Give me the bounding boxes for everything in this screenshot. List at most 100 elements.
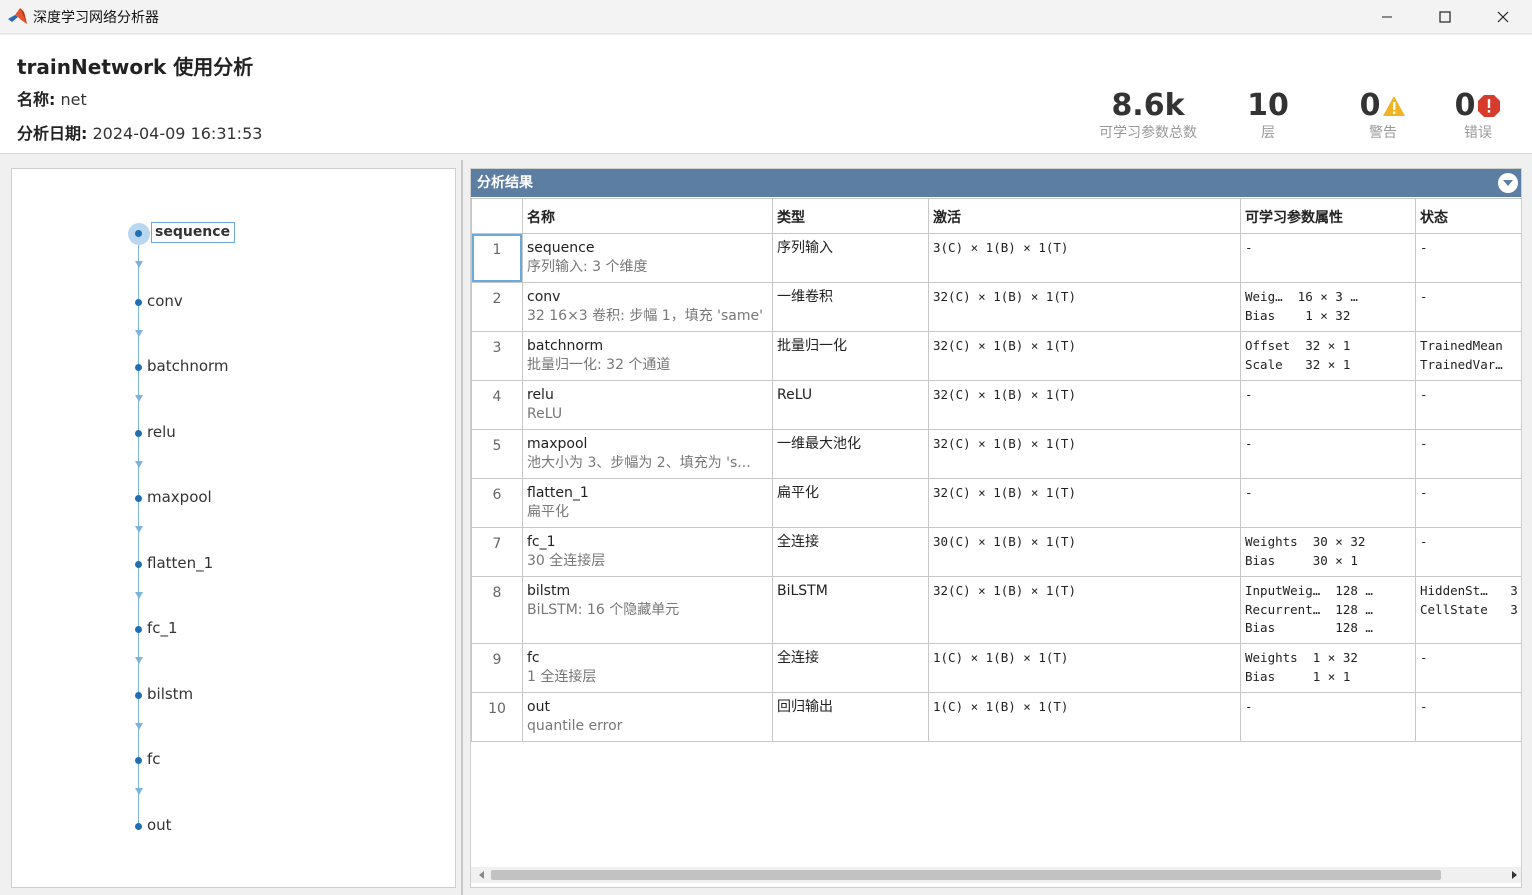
- layer-type[interactable]: 扁平化: [772, 478, 929, 528]
- learnables-cell[interactable]: InputWeig… 128 … Recurrent… 128 … Bias 128…: [1240, 576, 1416, 644]
- activation-cell[interactable]: 32(C) × 1(B) × 1(T): [928, 429, 1241, 479]
- state-cell[interactable]: -: [1415, 478, 1521, 528]
- learnables-cell[interactable]: Offset 32 × 1 Scale 32 × 1: [1240, 331, 1416, 381]
- layer-name-cell[interactable]: conv 32 16×3 卷积: 步幅 1，填充 'same': [522, 282, 773, 332]
- activation-cell[interactable]: 32(C) × 1(B) × 1(T): [928, 282, 1241, 332]
- learnables-cell[interactable]: Weights 1 × 32 Bias 1 × 1: [1240, 643, 1416, 693]
- collapse-button[interactable]: [1498, 173, 1518, 193]
- node-dot-icon: [135, 626, 142, 633]
- layer-type[interactable]: 批量归一化: [772, 331, 929, 381]
- row-index[interactable]: 2: [471, 282, 523, 332]
- layer-name: fc: [527, 650, 540, 666]
- row-index[interactable]: 8: [471, 576, 523, 644]
- layer-type[interactable]: 全连接: [772, 527, 929, 577]
- row-index[interactable]: 1: [471, 233, 523, 283]
- table-row[interactable]: 2 conv 32 16×3 卷积: 步幅 1，填充 'same' 一维卷积 32(C)…: [471, 282, 1521, 332]
- state-cell[interactable]: -: [1415, 380, 1521, 430]
- column-header-learnables[interactable]: 可学习参数属性: [1240, 198, 1416, 234]
- state-cell[interactable]: HiddenSt… 3 CellState 3: [1415, 576, 1521, 644]
- row-index[interactable]: 3: [471, 331, 523, 381]
- layer-type[interactable]: 回归输出: [772, 692, 929, 742]
- table-row[interactable]: 5 maxpool 池大小为 3、步幅为 2、填充为 's... 一维最大池化 32(C…: [471, 429, 1521, 479]
- errors-stat[interactable]: 0 错误: [1438, 88, 1518, 142]
- layer-type[interactable]: 全连接: [772, 643, 929, 693]
- state-cell[interactable]: TrainedMean TrainedVar…: [1415, 331, 1521, 381]
- state-cell[interactable]: -: [1415, 692, 1521, 742]
- layer-type[interactable]: ReLU: [772, 380, 929, 430]
- warnings-stat[interactable]: 0 警告: [1343, 88, 1423, 142]
- layer-name-cell[interactable]: out quantile error: [522, 692, 773, 742]
- learnables-cell[interactable]: -: [1240, 478, 1416, 528]
- row-index[interactable]: 4: [471, 380, 523, 430]
- learnables-cell[interactable]: -: [1240, 380, 1416, 430]
- layer-type[interactable]: 一维卷积: [772, 282, 929, 332]
- layer-name-cell[interactable]: relu ReLU: [522, 380, 773, 430]
- layer-name-cell[interactable]: maxpool 池大小为 3、步幅为 2、填充为 's...: [522, 429, 773, 479]
- row-index[interactable]: 6: [471, 478, 523, 528]
- scroll-right-icon[interactable]: [1512, 871, 1517, 879]
- table-row[interactable]: 1 sequence 序列输入: 3 个维度 序列输入 3(C) × 1(B) × 1(…: [471, 233, 1521, 283]
- layer-type[interactable]: BiLSTM: [772, 576, 929, 644]
- state-property: -: [1420, 387, 1428, 402]
- layer-type-label: 全连接: [777, 650, 819, 666]
- activation-cell[interactable]: 3(C) × 1(B) × 1(T): [928, 233, 1241, 283]
- learnables-cell[interactable]: Weig… 16 × 3 … Bias 1 × 32: [1240, 282, 1416, 332]
- state-cell[interactable]: -: [1415, 282, 1521, 332]
- activation-cell[interactable]: 32(C) × 1(B) × 1(T): [928, 576, 1241, 644]
- activation-size: 32(C) × 1(B) × 1(T): [933, 338, 1076, 353]
- state-cell[interactable]: -: [1415, 233, 1521, 283]
- minimize-button[interactable]: [1358, 0, 1416, 34]
- layers-label: 层: [1261, 125, 1275, 141]
- layer-type[interactable]: 一维最大池化: [772, 429, 929, 479]
- name-label: 名称:: [17, 90, 56, 109]
- activation-cell[interactable]: 32(C) × 1(B) × 1(T): [928, 478, 1241, 528]
- layer-name-cell[interactable]: flatten_1 扁平化: [522, 478, 773, 528]
- horizontal-scrollbar[interactable]: [471, 867, 1521, 883]
- column-header-name[interactable]: 名称: [522, 198, 773, 234]
- activation-size: 32(C) × 1(B) × 1(T): [933, 387, 1076, 402]
- column-header-activation[interactable]: 激活: [928, 198, 1241, 234]
- column-header-state[interactable]: 状态: [1415, 198, 1521, 234]
- layer-name-cell[interactable]: batchnorm 批量归一化: 32 个通道: [522, 331, 773, 381]
- activation-cell[interactable]: 1(C) × 1(B) × 1(T): [928, 643, 1241, 693]
- activation-cell[interactable]: 1(C) × 1(B) × 1(T): [928, 692, 1241, 742]
- table-row[interactable]: 6 flatten_1 扁平化 扁平化 32(C) × 1(B) × 1(T) - -: [471, 478, 1521, 528]
- table-row[interactable]: 7 fc_1 30 全连接层 全连接 30(C) × 1(B) × 1(T) Weight…: [471, 527, 1521, 577]
- table-row[interactable]: 10 out quantile error 回归输出 1(C) × 1(B) × 1(T…: [471, 692, 1521, 742]
- learnables-cell[interactable]: -: [1240, 692, 1416, 742]
- layer-name-cell[interactable]: sequence 序列输入: 3 个维度: [522, 233, 773, 283]
- table-row[interactable]: 8 bilstm BiLSTM: 16 个隐藏单元 BiLSTM 32(C) × 1(B…: [471, 576, 1521, 644]
- state-cell[interactable]: -: [1415, 429, 1521, 479]
- column-header-index[interactable]: [471, 198, 523, 234]
- activation-cell[interactable]: 32(C) × 1(B) × 1(T): [928, 380, 1241, 430]
- row-index[interactable]: 9: [471, 643, 523, 693]
- node-dot-icon: [135, 757, 142, 764]
- activation-cell[interactable]: 32(C) × 1(B) × 1(T): [928, 331, 1241, 381]
- row-index[interactable]: 5: [471, 429, 523, 479]
- state-cell[interactable]: -: [1415, 527, 1521, 577]
- activation-cell[interactable]: 30(C) × 1(B) × 1(T): [928, 527, 1241, 577]
- table-row[interactable]: 9 fc 1 全连接层 全连接 1(C) × 1(B) × 1(T) Weights 1 …: [471, 643, 1521, 693]
- layer-name-cell[interactable]: bilstm BiLSTM: 16 个隐藏单元: [522, 576, 773, 644]
- layer-description: 序列输入: 3 个维度: [527, 259, 648, 275]
- learnables-cell[interactable]: Weights 30 × 32 Bias 30 × 1: [1240, 527, 1416, 577]
- row-index[interactable]: 7: [471, 527, 523, 577]
- layer-name-cell[interactable]: fc 1 全连接层: [522, 643, 773, 693]
- state-property: TrainedVar…: [1420, 356, 1503, 372]
- table-row[interactable]: 4 relu ReLU ReLU 32(C) × 1(B) × 1(T) - -: [471, 380, 1521, 430]
- layer-name-cell[interactable]: fc_1 30 全连接层: [522, 527, 773, 577]
- scroll-left-icon[interactable]: [479, 871, 484, 879]
- network-graph-panel[interactable]: sequence conv batchnorm relu maxpool flatten_…: [11, 168, 456, 888]
- learnables-cell[interactable]: -: [1240, 429, 1416, 479]
- column-header-type[interactable]: 类型: [772, 198, 929, 234]
- layer-type[interactable]: 序列输入: [772, 233, 929, 283]
- state-cell[interactable]: -: [1415, 643, 1521, 693]
- table-row[interactable]: 3 batchnorm 批量归一化: 32 个通道 批量归一化 32(C) × 1(B)…: [471, 331, 1521, 381]
- row-index[interactable]: 10: [471, 692, 523, 742]
- learnable-property: Weig… 16 × 3 …: [1245, 289, 1358, 304]
- learnables-cell[interactable]: -: [1240, 233, 1416, 283]
- close-button[interactable]: [1474, 0, 1532, 34]
- maximize-button[interactable]: [1416, 0, 1474, 34]
- scrollbar-thumb[interactable]: [491, 870, 1441, 880]
- panel-splitter[interactable]: [461, 160, 463, 895]
